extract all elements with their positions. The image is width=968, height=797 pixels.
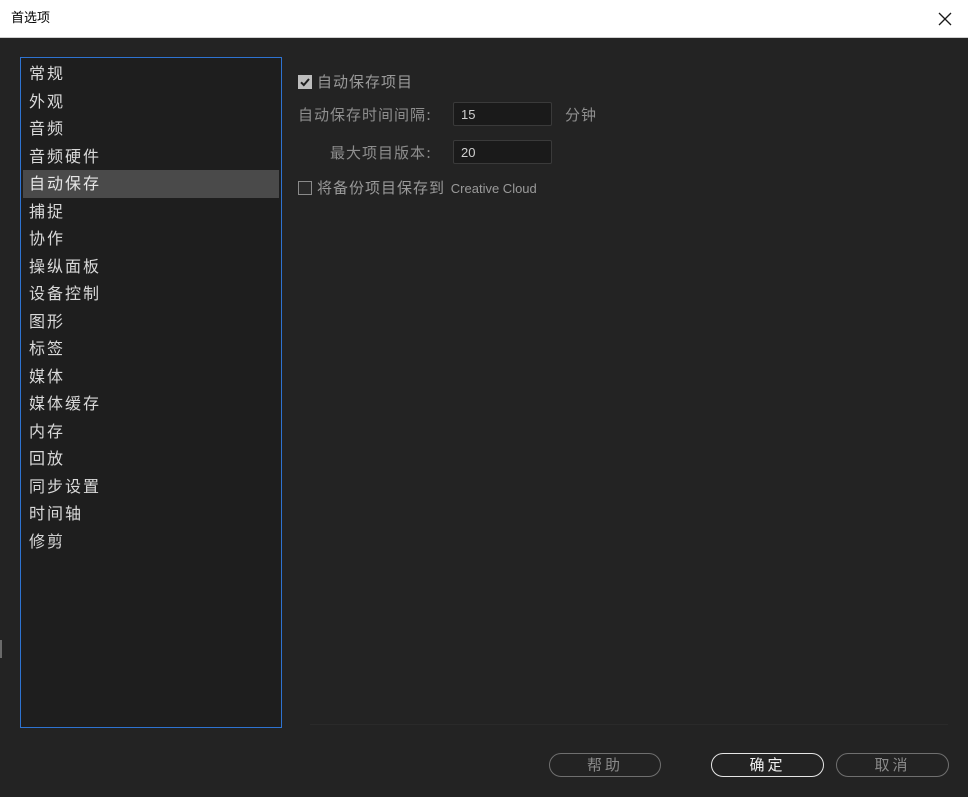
auto-save-interval-label: 自动保存时间间隔: [298, 106, 433, 124]
save-backup-to-cloud-label: 将备份项目保存到 Creative Cloud [317, 177, 537, 198]
preferences-window: 首选项 常规 外观 音频 音频硬件 自动保存 捕捉 协作 操纵面板 设备控制 图… [0, 0, 968, 797]
sidebar-item-general[interactable]: 常规 [23, 60, 279, 88]
sidebar-item-device-control[interactable]: 设备控制 [23, 280, 279, 308]
auto-save-project-checkbox-row[interactable]: 自动保存项目 [298, 71, 413, 92]
sidebar-item-trim[interactable]: 修剪 [23, 528, 279, 556]
max-project-versions-input[interactable] [453, 140, 552, 164]
sidebar-item-appearance[interactable]: 外观 [23, 88, 279, 116]
auto-save-interval-unit: 分钟 [565, 106, 598, 124]
sidebar-item-collaboration[interactable]: 协作 [23, 225, 279, 253]
sidebar-item-control-surface[interactable]: 操纵面板 [23, 253, 279, 281]
auto-save-settings-panel: 自动保存项目 自动保存时间间隔: 分钟 最大项目版本: 将备份项目保存到 Cre… [290, 57, 950, 725]
creative-cloud-label: Creative Cloud [450, 181, 537, 196]
cancel-button[interactable]: 取消 [836, 753, 949, 777]
window-title: 首选项 [11, 11, 51, 26]
ok-button[interactable]: 确定 [711, 753, 824, 777]
sidebar-item-capture[interactable]: 捕捉 [23, 198, 279, 226]
sidebar-item-playback[interactable]: 回放 [23, 445, 279, 473]
sidebar-item-audio[interactable]: 音频 [23, 115, 279, 143]
sidebar-item-labels[interactable]: 标签 [23, 335, 279, 363]
close-button[interactable] [932, 6, 958, 32]
sidebar-item-media-cache[interactable]: 媒体缓存 [23, 390, 279, 418]
close-icon [938, 12, 952, 26]
sidebar-item-timeline[interactable]: 时间轴 [23, 500, 279, 528]
title-bar: 首选项 [0, 0, 968, 38]
help-button[interactable]: 帮助 [549, 753, 661, 777]
sidebar-item-media[interactable]: 媒体 [23, 363, 279, 391]
save-backup-label-text: 将备份项目保存到 [317, 179, 451, 197]
window-edge-marker [0, 640, 2, 658]
max-project-versions-label: 最大项目版本: [330, 144, 433, 162]
sidebar-item-auto-save[interactable]: 自动保存 [23, 170, 279, 198]
auto-save-project-label: 自动保存项目 [317, 73, 414, 91]
sidebar-item-memory[interactable]: 内存 [23, 418, 279, 446]
checkmark-icon [300, 77, 310, 86]
sidebar-item-graphics[interactable]: 图形 [23, 308, 279, 336]
panel-divider [310, 724, 948, 725]
save-backup-to-cloud-checkbox[interactable] [298, 180, 312, 195]
auto-save-interval-input[interactable] [453, 102, 552, 126]
preferences-category-list[interactable]: 常规 外观 音频 音频硬件 自动保存 捕捉 协作 操纵面板 设备控制 图形 标签… [20, 57, 282, 728]
save-backup-to-cloud-checkbox-row[interactable]: 将备份项目保存到 Creative Cloud [298, 177, 537, 198]
sidebar-item-audio-hardware[interactable]: 音频硬件 [23, 143, 279, 171]
auto-save-project-checkbox[interactable] [298, 74, 312, 89]
sidebar-item-sync-settings[interactable]: 同步设置 [23, 473, 279, 501]
